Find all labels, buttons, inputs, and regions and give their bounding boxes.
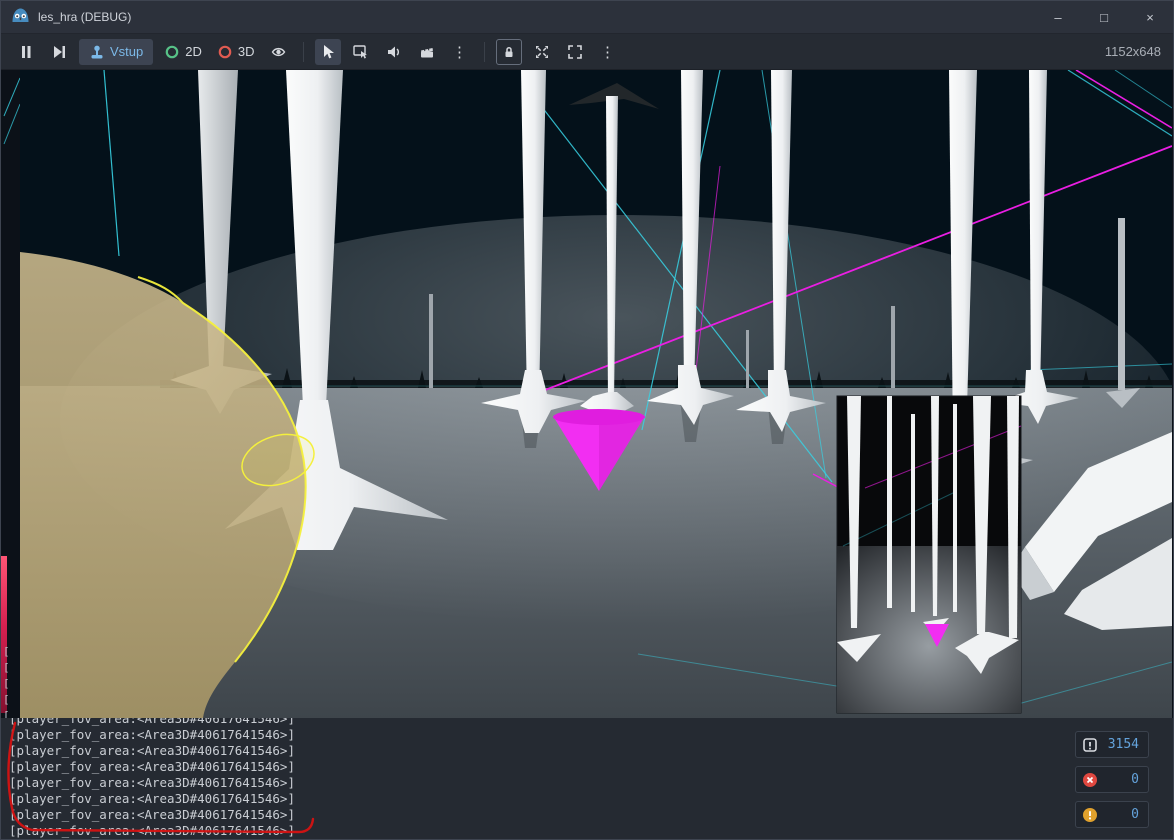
window-options-menu-button[interactable]: ⋮ [595,39,621,65]
console-line: [player_fov_area:<Area3D#40617641546>] [9,743,1173,759]
lock-icon [501,44,517,60]
console-line: [player_fov_area:<Area3D#40617641546>] [9,791,1173,807]
left-strip-fragment: [ [3,660,10,676]
app-window: les_hra (DEBUG) – □ × V [0,0,1174,840]
select-tool-button[interactable] [315,39,341,65]
movie-clapper-icon [419,44,435,60]
mode-3d-label: 3D [238,44,255,59]
console-line: [player_fov_area:<Area3D#40617641546>] [9,718,1173,727]
titlebar[interactable]: les_hra (DEBUG) – □ × [1,1,1173,34]
speaker-icon [386,44,402,60]
warning-icon [1082,807,1098,823]
toolbar-separator [303,42,304,62]
messages-badge[interactable]: 3154 [1075,731,1149,758]
left-edge-strip: [[[[[ [1,70,20,718]
left-strip-fragments: [[[[[ [3,644,10,718]
node-select-button[interactable] [348,39,374,65]
window-title: les_hra (DEBUG) [38,10,131,24]
left-strip-lines [1,70,20,190]
mode-2d-label: 2D [185,44,202,59]
input-vstup-button[interactable]: Vstup [79,39,153,65]
console-line: [player_fov_area:<Area3D#40617641546>] [9,759,1173,775]
audio-mute-button[interactable] [381,39,407,65]
mode-2d-button[interactable]: 2D [160,39,206,65]
error-icon [1082,772,1098,788]
camera-preview-pip [837,396,1021,713]
left-strip-fragment: [ [3,692,10,708]
pause-button[interactable] [13,39,39,65]
close-button[interactable]: × [1127,1,1173,33]
debugger-badges: 3154 0 0 [1075,731,1149,828]
window-controls: – □ × [1035,1,1173,33]
cursor-icon [320,44,336,60]
minimize-button[interactable]: – [1035,1,1081,33]
toolbar-separator [484,42,485,62]
fit-window-button[interactable] [529,39,555,65]
node-select-icon [352,43,369,60]
left-strip-fragment: [ [3,644,10,660]
vertical-dots-icon: ⋮ [600,43,615,61]
message-count-icon [1082,737,1098,753]
next-frame-button[interactable] [46,39,72,65]
console-lines: [player_fov_area:<Area3D#40617641546>][p… [1,718,1173,839]
mode-3d-icon [217,44,233,60]
input-vstup-label: Vstup [110,44,143,59]
console-line: [player_fov_area:<Area3D#40617641546>] [9,727,1173,743]
warnings-badge[interactable]: 0 [1075,801,1149,828]
eye-icon [270,44,287,60]
viewport-resolution-label: 1152x648 [1105,44,1161,59]
game-viewport[interactable] [20,70,1172,718]
console-line: [player_fov_area:<Area3D#40617641546>] [9,775,1173,791]
next-frame-icon [51,44,67,60]
debug-toolbar: Vstup 2D 3D [1,34,1173,70]
fullscreen-button[interactable] [562,39,588,65]
errors-badge[interactable]: 0 [1075,766,1149,793]
mode-2d-icon [164,44,180,60]
joystick-icon [89,44,105,60]
warnings-count: 0 [1131,807,1139,822]
console-line: [player_fov_area:<Area3D#40617641546>] [9,823,1173,839]
movie-maker-button[interactable] [414,39,440,65]
godot-logo-icon [11,7,30,28]
overflow-menu-button[interactable]: ⋮ [447,39,473,65]
debug-console[interactable]: [player_fov_area:<Area3D#40617641546>][p… [1,718,1173,840]
content-area: [[[[[ [1,70,1173,718]
console-line: [player_fov_area:<Area3D#40617641546>] [9,807,1173,823]
messages-count: 3154 [1108,737,1139,752]
left-strip-fragment: [ [3,708,10,718]
scene-svg [20,70,1172,718]
visible-collision-button[interactable] [266,39,292,65]
errors-count: 0 [1131,772,1139,787]
maximize-button[interactable]: □ [1081,1,1127,33]
mode-3d-button[interactable]: 3D [213,39,259,65]
pause-icon [18,44,34,60]
embed-lock-button[interactable] [496,39,522,65]
fullscreen-corners-icon [567,44,583,60]
vertical-dots-icon: ⋮ [452,43,467,61]
left-strip-fragment: [ [3,676,10,692]
expand-arrows-icon [534,44,550,60]
